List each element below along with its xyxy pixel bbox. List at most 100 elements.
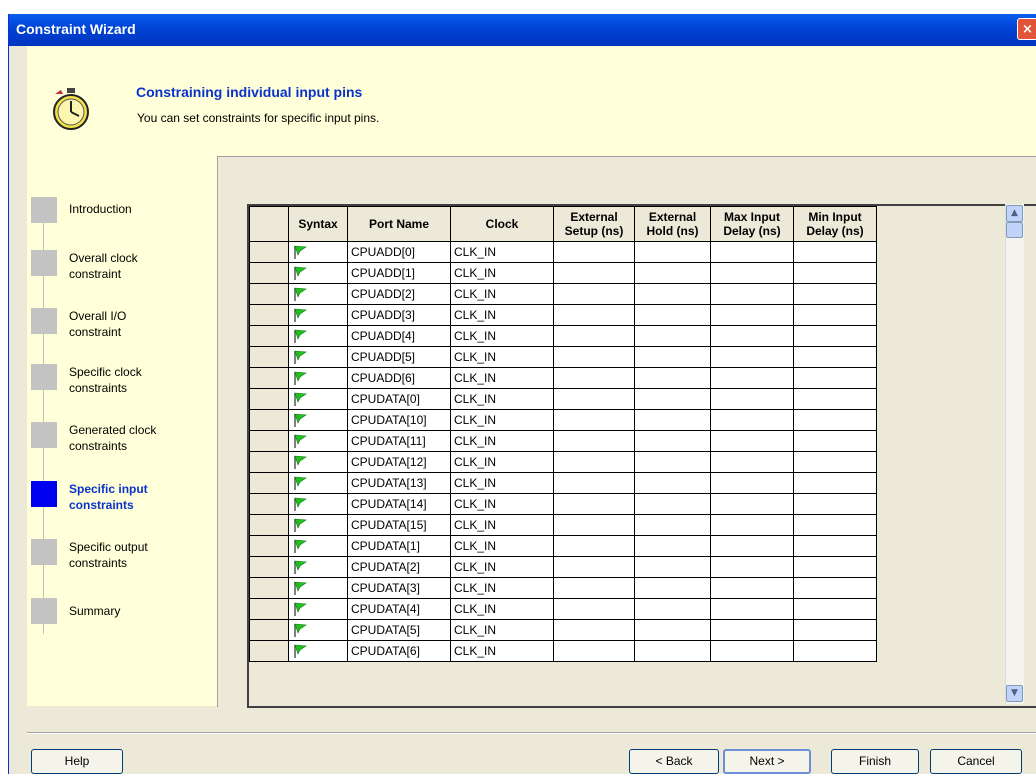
max-input-delay-cell[interactable] [710, 409, 794, 431]
max-input-delay-cell[interactable] [710, 388, 794, 410]
external-setup-cell[interactable] [553, 451, 635, 473]
row-header[interactable] [249, 472, 289, 494]
row-header[interactable] [249, 241, 289, 263]
row-header[interactable] [249, 409, 289, 431]
port-name-cell[interactable]: CPUADD[2] [347, 283, 451, 305]
min-input-delay-cell[interactable] [793, 388, 877, 410]
external-setup-cell[interactable] [553, 283, 635, 305]
max-input-delay-cell[interactable] [710, 640, 794, 662]
max-input-delay-cell[interactable] [710, 619, 794, 641]
port-name-cell[interactable]: CPUDATA[3] [347, 577, 451, 599]
clock-cell[interactable]: CLK_IN [450, 577, 554, 599]
external-setup-cell[interactable] [553, 367, 635, 389]
finish-button[interactable]: Finish [831, 749, 919, 774]
external-hold-cell[interactable] [634, 388, 711, 410]
external-setup-cell[interactable] [553, 556, 635, 578]
clock-cell[interactable]: CLK_IN [450, 493, 554, 515]
external-hold-cell[interactable] [634, 283, 711, 305]
row-header[interactable] [249, 367, 289, 389]
row-header[interactable] [249, 598, 289, 620]
external-hold-cell[interactable] [634, 472, 711, 494]
table-row[interactable]: CPUADD[4] CLK_IN [249, 325, 877, 347]
cancel-button[interactable]: Cancel [930, 749, 1022, 774]
port-name-cell[interactable]: CPUDATA[10] [347, 409, 451, 431]
min-input-delay-cell[interactable] [793, 535, 877, 557]
clock-cell[interactable]: CLK_IN [450, 304, 554, 326]
table-row[interactable]: CPUADD[5] CLK_IN [249, 346, 877, 368]
clock-cell[interactable]: CLK_IN [450, 451, 554, 473]
external-setup-cell[interactable] [553, 325, 635, 347]
scroll-down-button[interactable]: ▼ [1006, 685, 1023, 702]
max-input-delay-cell[interactable] [710, 535, 794, 557]
port-name-cell[interactable]: CPUDATA[11] [347, 430, 451, 452]
row-header[interactable] [249, 346, 289, 368]
external-hold-cell[interactable] [634, 304, 711, 326]
max-input-delay-cell[interactable] [710, 598, 794, 620]
port-name-cell[interactable]: CPUADD[3] [347, 304, 451, 326]
min-input-delay-cell[interactable] [793, 409, 877, 431]
port-name-cell[interactable]: CPUADD[4] [347, 325, 451, 347]
external-setup-cell[interactable] [553, 514, 635, 536]
table-row[interactable]: CPUDATA[12] CLK_IN [249, 451, 877, 473]
port-name-cell[interactable]: CPUDATA[1] [347, 535, 451, 557]
port-name-cell[interactable]: CPUADD[0] [347, 241, 451, 263]
min-input-delay-cell[interactable] [793, 325, 877, 347]
row-header[interactable] [249, 556, 289, 578]
max-input-delay-cell[interactable] [710, 325, 794, 347]
max-input-delay-cell[interactable] [710, 283, 794, 305]
row-header[interactable] [249, 451, 289, 473]
max-input-delay-cell[interactable] [710, 472, 794, 494]
port-name-cell[interactable]: CPUADD[6] [347, 367, 451, 389]
port-name-cell[interactable]: CPUADD[5] [347, 346, 451, 368]
external-hold-cell[interactable] [634, 451, 711, 473]
external-setup-cell[interactable] [553, 409, 635, 431]
min-input-delay-cell[interactable] [793, 640, 877, 662]
max-input-delay-cell[interactable] [710, 577, 794, 599]
table-row[interactable]: CPUDATA[11] CLK_IN [249, 430, 877, 452]
row-header[interactable] [249, 262, 289, 284]
table-row[interactable]: CPUADD[1] CLK_IN [249, 262, 877, 284]
external-hold-cell[interactable] [634, 409, 711, 431]
external-hold-cell[interactable] [634, 493, 711, 515]
external-setup-cell[interactable] [553, 640, 635, 662]
close-icon[interactable]: × [1017, 18, 1036, 40]
row-header[interactable] [249, 514, 289, 536]
row-header[interactable] [249, 430, 289, 452]
external-setup-cell[interactable] [553, 535, 635, 557]
clock-cell[interactable]: CLK_IN [450, 346, 554, 368]
external-setup-cell[interactable] [553, 430, 635, 452]
max-input-delay-cell[interactable] [710, 304, 794, 326]
title-bar[interactable]: Constraint Wizard [9, 14, 1036, 46]
column-header[interactable]: External Hold (ns) [634, 206, 711, 242]
external-setup-cell[interactable] [553, 619, 635, 641]
external-hold-cell[interactable] [634, 514, 711, 536]
vertical-scrollbar[interactable]: ▲ ▼ [1005, 204, 1024, 704]
table-row[interactable]: CPUDATA[5] CLK_IN [249, 619, 877, 641]
max-input-delay-cell[interactable] [710, 430, 794, 452]
port-name-cell[interactable]: CPUDATA[5] [347, 619, 451, 641]
external-setup-cell[interactable] [553, 493, 635, 515]
row-header[interactable] [249, 493, 289, 515]
clock-cell[interactable]: CLK_IN [450, 325, 554, 347]
external-setup-cell[interactable] [553, 346, 635, 368]
external-setup-cell[interactable] [553, 262, 635, 284]
max-input-delay-cell[interactable] [710, 514, 794, 536]
max-input-delay-cell[interactable] [710, 493, 794, 515]
min-input-delay-cell[interactable] [793, 451, 877, 473]
column-header[interactable]: Syntax [288, 206, 348, 242]
max-input-delay-cell[interactable] [710, 262, 794, 284]
port-name-cell[interactable]: CPUDATA[12] [347, 451, 451, 473]
external-hold-cell[interactable] [634, 577, 711, 599]
external-hold-cell[interactable] [634, 556, 711, 578]
clock-cell[interactable]: CLK_IN [450, 556, 554, 578]
clock-cell[interactable]: CLK_IN [450, 640, 554, 662]
min-input-delay-cell[interactable] [793, 262, 877, 284]
table-row[interactable]: CPUDATA[14] CLK_IN [249, 493, 877, 515]
clock-cell[interactable]: CLK_IN [450, 430, 554, 452]
min-input-delay-cell[interactable] [793, 493, 877, 515]
table-row[interactable]: CPUDATA[1] CLK_IN [249, 535, 877, 557]
clock-cell[interactable]: CLK_IN [450, 241, 554, 263]
table-row[interactable]: CPUDATA[0] CLK_IN [249, 388, 877, 410]
clock-cell[interactable]: CLK_IN [450, 514, 554, 536]
external-hold-cell[interactable] [634, 241, 711, 263]
